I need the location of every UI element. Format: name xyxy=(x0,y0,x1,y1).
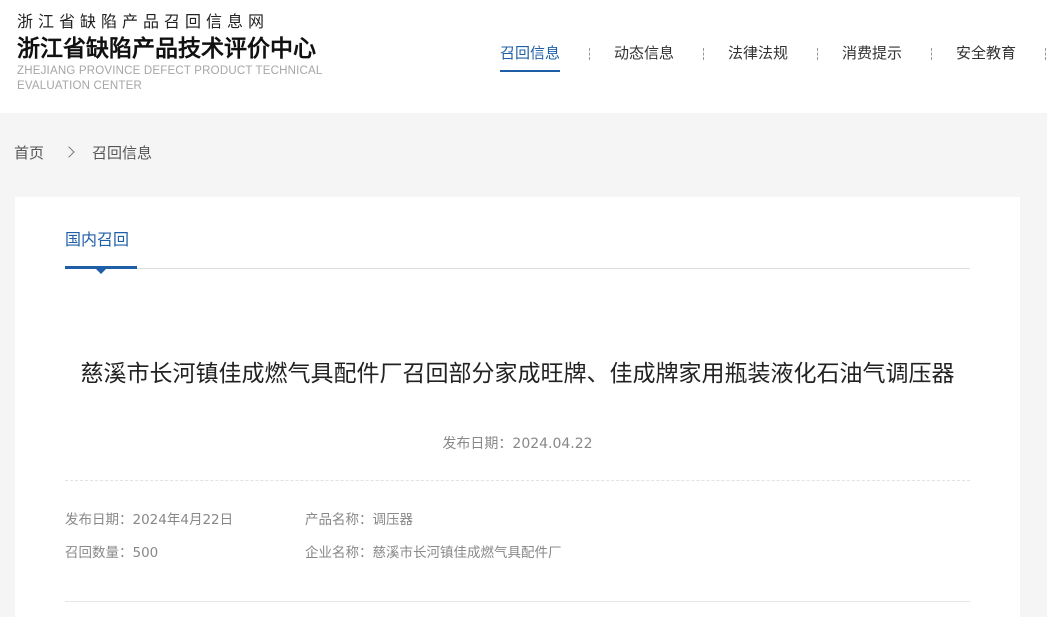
meta-recall-count: 召回数量：500 xyxy=(65,545,159,561)
site-header: 浙江省缺陷产品召回信息网 浙江省缺陷产品技术评价中心 ZHEJIANG PROV… xyxy=(0,0,1047,113)
nav-separator xyxy=(817,48,819,60)
article-title: 慈溪市长河镇佳成燃气具配件厂召回部分家成旺牌、佳成牌家用瓶装液化石油气调压器 xyxy=(80,361,955,387)
chevron-right-icon xyxy=(63,146,75,158)
content-card: 国内召回 慈溪市长河镇佳成燃气具配件厂召回部分家成旺牌、佳成牌家用瓶装液化石油气… xyxy=(15,197,1020,617)
nav-separator xyxy=(703,48,705,60)
breadcrumb-home-link[interactable]: 首页 xyxy=(14,143,44,163)
meta-publish-date: 发布日期：2024年4月22日 xyxy=(65,512,234,528)
nav-active-underline xyxy=(500,70,561,72)
site-logo-english-text: ZHEJIANG PROVINCE DEFECT PRODUCT TECHNIC… xyxy=(17,65,323,92)
nav-item-news[interactable]: 动态信息 xyxy=(614,43,674,63)
site-logo-main-text: 浙江省缺陷产品技术评价中心 xyxy=(17,36,316,62)
breadcrumb-current[interactable]: 召回信息 xyxy=(92,143,152,163)
divider xyxy=(65,480,970,481)
nav-item-recall-info[interactable]: 召回信息 xyxy=(500,43,561,72)
divider xyxy=(65,601,970,602)
nav-item-consumer-tips[interactable]: 消费提示 xyxy=(842,43,902,63)
tab-caret-down-icon xyxy=(96,269,106,274)
nav-separator xyxy=(931,48,933,60)
nav-item-laws[interactable]: 法律法规 xyxy=(728,43,788,63)
meta-product-name: 产品名称：调压器 xyxy=(305,512,413,528)
nav-separator xyxy=(589,48,591,60)
nav-item-safety-education[interactable]: 安全教育 xyxy=(956,43,1016,63)
site-logo-top-text: 浙江省缺陷产品召回信息网 xyxy=(17,12,270,31)
tab-divider xyxy=(65,268,970,269)
site-logo[interactable]: 浙江省缺陷产品召回信息网 浙江省缺陷产品技术评价中心 ZHEJIANG PROV… xyxy=(17,12,337,94)
tab-domestic-recall[interactable]: 国内召回 xyxy=(65,229,129,251)
article-date: 发布日期：2024.04.22 xyxy=(442,436,593,452)
meta-company-name: 企业名称：慈溪市长河镇佳成燃气具配件厂 xyxy=(305,545,562,561)
nav-item-label: 召回信息 xyxy=(500,44,561,62)
